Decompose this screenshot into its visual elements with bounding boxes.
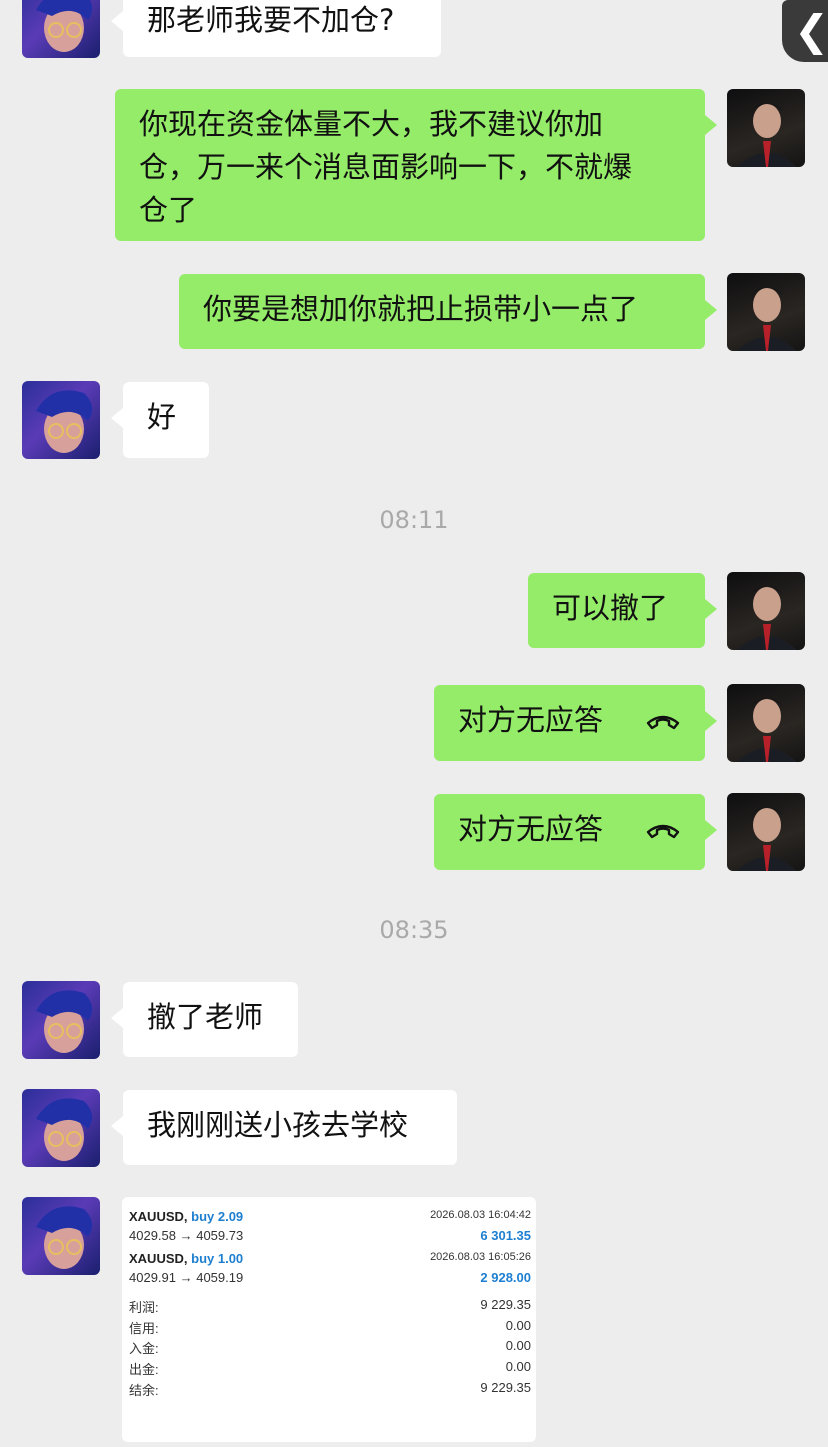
avatar-portrait-icon: [36, 1206, 93, 1269]
summary-row-balance: 结余: 9 229.35: [129, 1380, 531, 1398]
my-avatar[interactable]: [727, 273, 805, 351]
trade-time: 2026.08.03 16:04:42: [430, 1209, 531, 1221]
trade-time: 2026.08.03 16:05:26: [430, 1251, 531, 1263]
avatar-portrait-icon: [36, 390, 93, 453]
trade-prices: 4029.58 → 4059.73: [129, 1228, 244, 1243]
contact-avatar[interactable]: [22, 0, 100, 58]
trade-price-row: 4029.91 → 4059.19 2 928.00: [129, 1270, 531, 1288]
summary-label: 信用:: [129, 1321, 159, 1336]
summary-value: 0.00: [505, 1338, 531, 1353]
message-bubble-sent[interactable]: 可以撤了: [528, 573, 717, 648]
message-bubble-received[interactable]: 我刚刚送小孩去学校: [111, 1090, 457, 1165]
trade-side: buy 2.09: [191, 1209, 244, 1224]
avatar-portrait-icon: [737, 103, 797, 167]
message-text: 撤了老师: [147, 1000, 264, 1034]
my-avatar[interactable]: [727, 572, 805, 650]
message-bubble-received[interactable]: 好: [111, 382, 209, 458]
contact-avatar[interactable]: [22, 1089, 100, 1167]
summary-value: 0.00: [505, 1359, 531, 1374]
summary-label: 出金:: [129, 1362, 159, 1377]
my-avatar[interactable]: [727, 684, 805, 762]
avatar-portrait-icon: [36, 1098, 93, 1161]
avatar-portrait-icon: [36, 0, 93, 52]
summary-row-deposit: 入金: 0.00: [129, 1338, 531, 1356]
phone-hangup-icon: [646, 715, 680, 730]
avatar-portrait-icon: [36, 990, 93, 1053]
trade-screenshot-image[interactable]: XAUUSD, buy 2.09 2026.08.03 16:04:42 402…: [122, 1197, 536, 1442]
message-bubble-received[interactable]: 撤了老师: [111, 982, 298, 1057]
contact-avatar[interactable]: [22, 1197, 100, 1275]
my-avatar[interactable]: [727, 793, 805, 871]
trade-side: buy 1.00: [191, 1251, 244, 1266]
summary-value: 0.00: [505, 1318, 531, 1333]
trade-symbol: XAUUSD,: [129, 1209, 188, 1224]
message-text: 你要是想加你就把止损带小一点了: [203, 292, 639, 326]
chat-timestamp: 08:35: [379, 916, 449, 944]
call-status-text: 对方无应答: [458, 703, 604, 737]
chat-timestamp: 08:11: [379, 506, 449, 534]
message-text-line: 你现在资金体量不大，我不建议你加: [139, 107, 604, 141]
summary-row-credit: 信用: 0.00: [129, 1318, 531, 1336]
message-bubble-sent[interactable]: 你现在资金体量不大，我不建议你加 仓，万一来个消息面影响一下，不就爆 仓了: [115, 89, 717, 241]
trade-symbol: XAUUSD,: [129, 1251, 188, 1266]
summary-value: 9 229.35: [480, 1380, 531, 1395]
my-avatar[interactable]: [727, 89, 805, 167]
message-text: 那老师我要不加仓?: [147, 3, 395, 37]
trade-header-row: XAUUSD, buy 2.09 2026.08.03 16:04:42: [129, 1209, 531, 1227]
message-text: 我刚刚送小孩去学校: [147, 1108, 409, 1142]
message-text: 可以撤了: [552, 591, 669, 625]
trade-profit: 6 301.35: [480, 1228, 531, 1243]
summary-value: 9 229.35: [480, 1297, 531, 1312]
summary-row-withdrawal: 出金: 0.00: [129, 1359, 531, 1377]
call-record-bubble[interactable]: 对方无应答: [434, 685, 717, 761]
phone-hangup-icon: [646, 824, 680, 839]
call-record-bubble[interactable]: 对方无应答: [434, 794, 717, 870]
trade-header-row: XAUUSD, buy 1.00 2026.08.03 16:05:26: [129, 1251, 531, 1269]
summary-label: 利润:: [129, 1300, 159, 1315]
message-text: 好: [147, 400, 177, 434]
avatar-portrait-icon: [737, 586, 797, 650]
summary-label: 结余:: [129, 1383, 159, 1398]
avatar-portrait-icon: [737, 287, 797, 351]
chevron-left-icon: ❮: [794, 6, 828, 55]
summary-row-profit: 利润: 9 229.35: [129, 1297, 531, 1315]
summary-label: 入金:: [129, 1341, 159, 1356]
trade-prices: 4029.91 → 4059.19: [129, 1270, 244, 1285]
message-bubble-sent[interactable]: 你要是想加你就把止损带小一点了: [179, 274, 717, 349]
contact-avatar[interactable]: [22, 981, 100, 1059]
trade-profit: 2 928.00: [480, 1270, 531, 1285]
trade-price-row: 4029.58 → 4059.73 6 301.35: [129, 1228, 531, 1246]
avatar-portrait-icon: [737, 698, 797, 762]
call-status-text: 对方无应答: [458, 812, 604, 846]
back-button[interactable]: ❮: [782, 0, 828, 62]
avatar-portrait-icon: [737, 807, 797, 871]
contact-avatar[interactable]: [22, 381, 100, 459]
message-text-line: 仓，万一来个消息面影响一下，不就爆: [139, 150, 633, 184]
message-text-line: 仓了: [139, 193, 198, 227]
message-bubble-received[interactable]: 那老师我要不加仓?: [111, 0, 441, 57]
